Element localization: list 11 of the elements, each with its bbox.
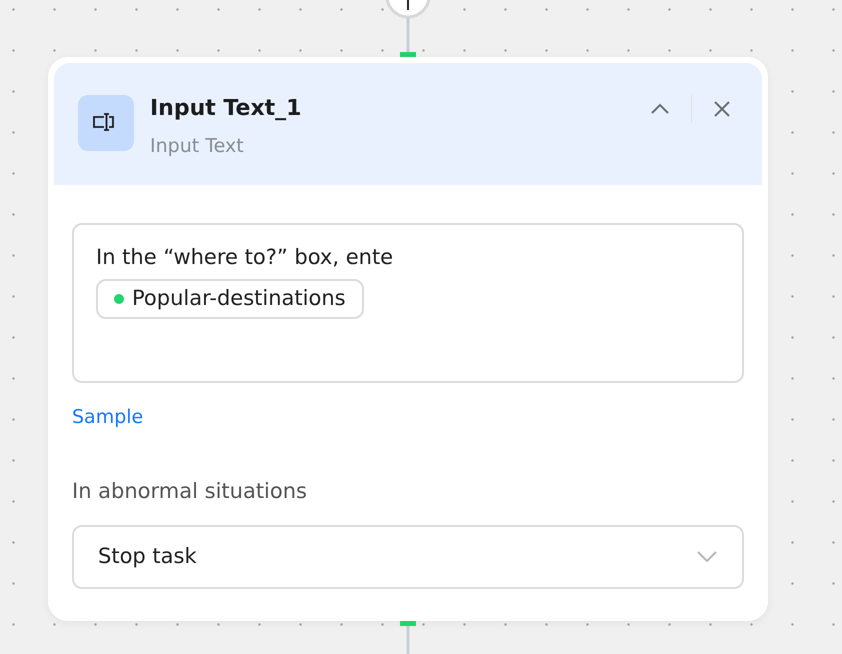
chevron-down-icon <box>696 550 718 564</box>
node-type: Input Text <box>150 134 245 159</box>
abnormal-select[interactable]: Stop task <box>72 525 744 589</box>
input-text: In the “where to?” box, ente <box>96 244 394 271</box>
sample-link[interactable]: Sample <box>72 403 144 432</box>
close-icon <box>712 99 732 119</box>
text-input-icon <box>78 95 134 151</box>
text-input-field[interactable]: In the “where to?” box, ente Popular-destinations <box>72 223 744 383</box>
variable-tag: Popular-destinations <box>96 279 364 318</box>
node-title: Input Text_1 <box>150 95 302 123</box>
field-label: In abnormal situations <box>72 478 308 504</box>
